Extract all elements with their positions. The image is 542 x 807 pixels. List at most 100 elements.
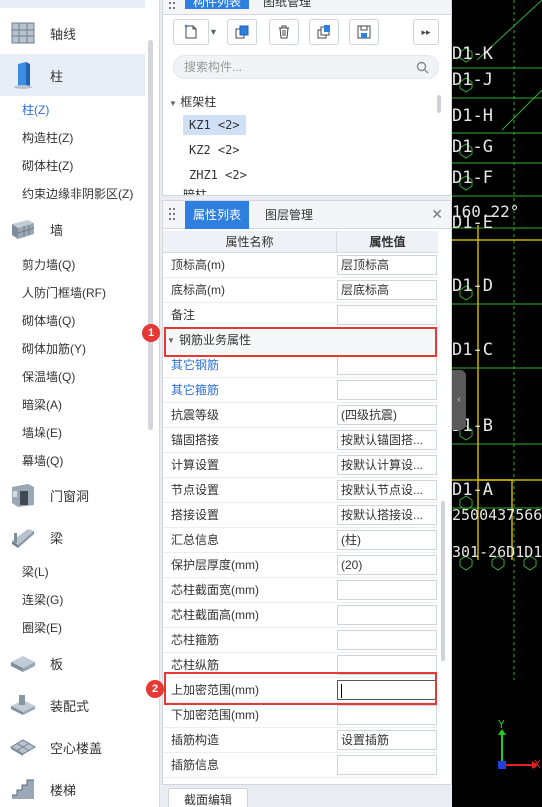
section-edit-button[interactable]: 截面编辑: [168, 788, 248, 807]
property-value-field[interactable]: [337, 605, 437, 625]
property-row[interactable]: 芯柱箍筋: [163, 628, 438, 653]
copy-button[interactable]: [227, 19, 257, 45]
delete-button[interactable]: [269, 19, 299, 45]
search-input[interactable]: [184, 59, 404, 75]
tree-item-kz1[interactable]: KZ1 <2>: [183, 115, 246, 135]
close-icon[interactable]: ✕: [431, 206, 443, 223]
property-row[interactable]: 芯柱截面高(mm): [163, 603, 438, 628]
property-value-field[interactable]: 按默认锚固搭...: [337, 430, 437, 450]
nav-item-civil-defense-wall[interactable]: 人防门框墙(RF): [22, 283, 106, 303]
nav-scrollbar[interactable]: [148, 40, 153, 430]
property-row[interactable]: 其它箍筋: [163, 378, 438, 403]
property-row[interactable]: 备注: [163, 303, 438, 328]
save-button[interactable]: [349, 19, 379, 45]
property-value-field[interactable]: [337, 355, 437, 375]
nav-item-coupling-beam[interactable]: 连梁(G): [22, 590, 63, 610]
property-row[interactable]: 底标高(m) 层底标高: [163, 278, 438, 303]
property-value-field[interactable]: [337, 630, 437, 650]
property-row[interactable]: 锚固搭接 按默认锚固搭...: [163, 428, 438, 453]
nav-category-axis[interactable]: 轴线: [0, 12, 145, 54]
collapse-handle-icon[interactable]: ‹: [452, 370, 466, 430]
nav-item-beam[interactable]: 梁(L): [22, 562, 49, 582]
axis-label-d1-g: D1-G: [452, 137, 493, 157]
property-row[interactable]: 芯柱截面宽(mm): [163, 578, 438, 603]
tab-property-list[interactable]: 属性列表: [185, 201, 250, 229]
nav-category-hollow-floor[interactable]: 空心楼盖: [0, 726, 145, 768]
property-value-field[interactable]: [337, 580, 437, 600]
nav-item-column-z[interactable]: 柱(Z): [22, 100, 49, 120]
tab-component-list[interactable]: 构件列表: [185, 0, 250, 9]
nav-category-label: 轴线: [50, 26, 77, 42]
nav-item-constructional-column[interactable]: 构造柱(Z): [22, 128, 73, 148]
search-box[interactable]: [173, 55, 439, 79]
property-name: 节点设置: [171, 483, 220, 497]
property-scrollbar[interactable]: [441, 501, 445, 661]
property-row[interactable]: 插筋信息: [163, 753, 438, 778]
property-value-field[interactable]: [337, 380, 437, 400]
property-value-field[interactable]: 层顶标高: [337, 255, 437, 275]
property-row[interactable]: 插筋构造 设置插筋: [163, 728, 438, 753]
tree-scrollbar[interactable]: [437, 95, 441, 113]
axis-label-d1-d: D1-D: [452, 276, 493, 296]
property-value-field[interactable]: (四级抗震): [337, 405, 437, 425]
property-value-field[interactable]: [337, 305, 437, 325]
nav-item-wall-pier[interactable]: 墙垛(E): [22, 423, 62, 443]
drag-grip-icon[interactable]: [169, 0, 177, 11]
property-value-field[interactable]: 按默认节点设...: [337, 480, 437, 500]
save-icon: [356, 24, 372, 40]
nav-item-hidden-beam[interactable]: 暗梁(A): [22, 395, 62, 415]
property-name[interactable]: 其它箍筋: [171, 378, 219, 402]
property-row[interactable]: 节点设置 按默认节点设...: [163, 478, 438, 503]
property-value-field[interactable]: (柱): [337, 530, 437, 550]
nav-category-slab[interactable]: 板: [0, 642, 145, 684]
nav-item-masonry-rebar[interactable]: 砌体加筋(Y): [22, 339, 86, 359]
nav-category-label: 柱: [50, 68, 64, 84]
nav-item-shear-wall[interactable]: 剪力墙(Q): [22, 255, 75, 275]
property-row[interactable]: 计算设置 按默认计算设...: [163, 453, 438, 478]
tree-group-partial[interactable]: 暗柱: [183, 185, 207, 195]
property-value-field[interactable]: [337, 755, 437, 775]
property-row[interactable]: 保护层厚度(mm) (20): [163, 553, 438, 578]
nav-category-beam[interactable]: 梁: [0, 516, 145, 558]
property-value-field[interactable]: 层底标高: [337, 280, 437, 300]
nav-category-column[interactable]: 柱: [0, 54, 145, 96]
nav-category-prefab[interactable]: 装配式: [0, 684, 145, 726]
nav-item-masonry-wall[interactable]: 砌体墙(Q): [22, 311, 75, 331]
prefab-icon: [10, 692, 36, 718]
property-value-field[interactable]: 按默认计算设...: [337, 455, 437, 475]
property-row[interactable]: 搭接设置 按默认搭接设...: [163, 503, 438, 528]
nav-item-insulation-wall[interactable]: 保温墙(Q): [22, 367, 75, 387]
property-value-field[interactable]: 按默认搭接设...: [337, 505, 437, 525]
property-row[interactable]: 顶标高(m) 层顶标高: [163, 253, 438, 278]
nav-item-masonry-column[interactable]: 砌体柱(Z): [22, 156, 73, 176]
highlight-box-upper-densify: [164, 672, 437, 705]
property-value-field[interactable]: [337, 705, 437, 725]
tree-group-frame-column[interactable]: ▼ 框架柱: [169, 93, 216, 110]
tree-item-kz2[interactable]: KZ2 <2>: [183, 140, 246, 160]
nav-category-label: 楼梯: [50, 782, 77, 798]
property-value-field[interactable]: (20): [337, 555, 437, 575]
nav-category-stair[interactable]: 楼梯: [0, 768, 145, 807]
highlight-box-rebar-group: [164, 327, 437, 357]
tab-layer-management[interactable]: 图层管理: [257, 201, 321, 229]
property-row[interactable]: 抗震等级 (四级抗震): [163, 403, 438, 428]
more-button[interactable]: ▸▸: [413, 19, 439, 45]
nav-item-ring-beam[interactable]: 圈梁(E): [22, 618, 62, 638]
tree-group-label: 框架柱: [180, 95, 217, 109]
property-row[interactable]: 汇总信息 (柱): [163, 528, 438, 553]
nav-item-curtain-wall[interactable]: 幕墙(Q): [22, 451, 63, 471]
nav-item-boundary-non-shadow[interactable]: 约束边缘非阴影区(Z): [22, 184, 133, 204]
tree-item-zhz1[interactable]: ZHZ1 <2>: [183, 165, 253, 185]
search-icon[interactable]: [416, 61, 429, 77]
nav-category-door-window[interactable]: 门窗洞: [0, 474, 145, 516]
chevron-down-icon[interactable]: ▼: [209, 19, 219, 45]
tab-drawing-management[interactable]: 图纸管理: [255, 0, 319, 9]
property-name: 插筋构造: [171, 733, 220, 747]
dimension-text-1: 2500437566: [452, 506, 542, 524]
new-component-button[interactable]: [173, 19, 209, 45]
property-row[interactable]: 下加密范围(mm): [163, 703, 438, 728]
nav-category-wall[interactable]: 墙: [0, 208, 145, 250]
layer-copy-button[interactable]: [309, 19, 339, 45]
drag-grip-icon[interactable]: [169, 208, 177, 222]
property-value-field[interactable]: 设置插筋: [337, 730, 437, 750]
